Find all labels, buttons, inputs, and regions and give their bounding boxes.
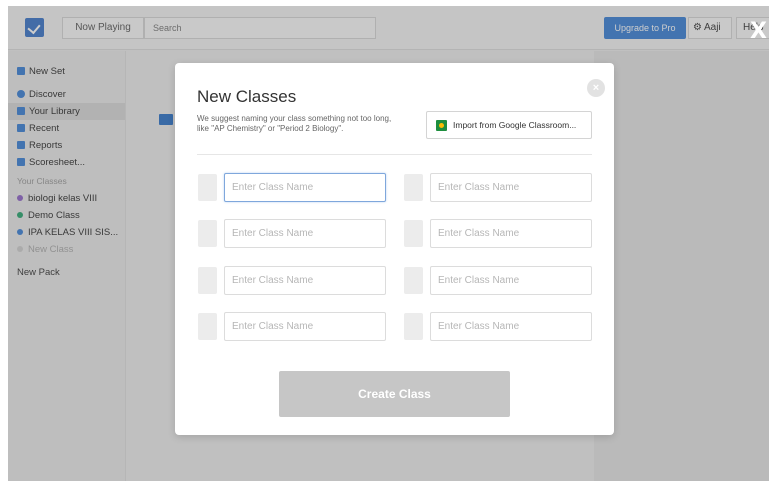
class-row bbox=[198, 219, 388, 248]
close-icon[interactable]: × bbox=[587, 79, 605, 97]
class-color-picker[interactable] bbox=[404, 174, 423, 201]
class-row bbox=[404, 173, 594, 202]
import-label: Import from Google Classroom... bbox=[453, 120, 577, 130]
class-color-picker[interactable] bbox=[198, 267, 217, 294]
class-color-picker[interactable] bbox=[198, 313, 217, 340]
class-color-picker[interactable] bbox=[404, 313, 423, 340]
class-name-input[interactable] bbox=[430, 173, 592, 202]
class-row bbox=[404, 312, 594, 341]
overlay-close-icon[interactable]: X bbox=[750, 20, 768, 44]
class-name-input[interactable] bbox=[224, 219, 386, 248]
class-row bbox=[198, 312, 388, 341]
class-row bbox=[404, 219, 594, 248]
class-row bbox=[404, 266, 594, 295]
modal-title: New Classes bbox=[197, 87, 297, 106]
import-google-classroom-button[interactable]: Import from Google Classroom... bbox=[426, 111, 592, 139]
modal-subtitle: We suggest naming your class something n… bbox=[197, 114, 392, 133]
class-name-input[interactable] bbox=[224, 312, 386, 341]
create-class-button[interactable]: Create Class bbox=[279, 371, 510, 417]
class-name-input[interactable] bbox=[224, 266, 386, 295]
new-classes-modal: New Classes We suggest naming your class… bbox=[175, 63, 614, 435]
class-name-input[interactable] bbox=[224, 173, 386, 202]
class-row bbox=[198, 266, 388, 295]
class-name-input[interactable] bbox=[430, 312, 592, 341]
class-color-picker[interactable] bbox=[404, 220, 423, 247]
class-color-picker[interactable] bbox=[404, 267, 423, 294]
google-classroom-icon bbox=[436, 120, 447, 131]
class-color-picker[interactable] bbox=[198, 174, 217, 201]
class-name-input[interactable] bbox=[430, 266, 592, 295]
class-name-input[interactable] bbox=[430, 219, 592, 248]
class-color-picker[interactable] bbox=[198, 220, 217, 247]
divider bbox=[197, 154, 592, 155]
class-row bbox=[198, 173, 388, 202]
